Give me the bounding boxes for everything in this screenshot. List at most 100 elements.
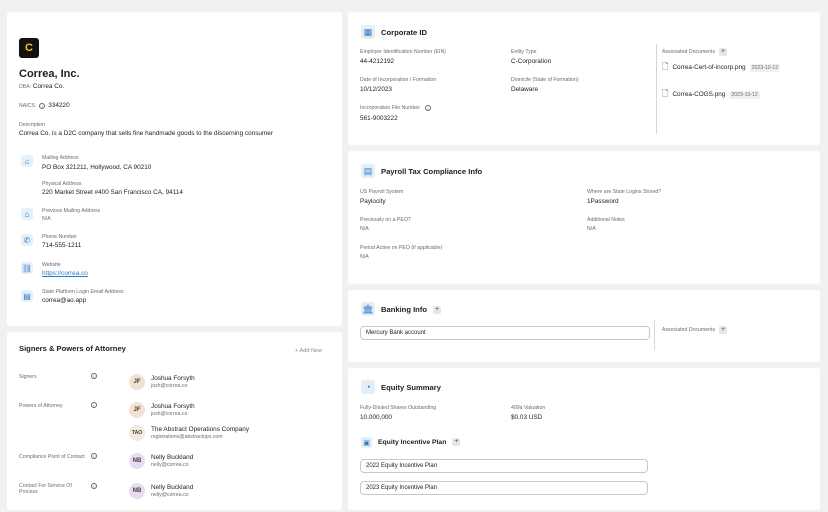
mailing-value: PO Box 321211, Hollywood, CA 90210 [42,164,152,171]
document-date: 2023-10-12 [749,64,781,72]
home-icon: ⌂ [21,155,33,167]
add-bank-button[interactable]: + [432,305,441,314]
plan-field[interactable]: 2023 Equity Incentive Plan [360,481,648,495]
person-name: Nelly Buckland [151,484,194,491]
divider [654,320,655,350]
domicile-value: Delaware [511,86,538,93]
naics-value: 334220 [48,102,70,109]
corporate-id-card: ▦ Corporate ID Employer Identification N… [348,12,820,145]
dba-label: DBA: [19,84,32,90]
person-email: registrations@abstractops.com [151,434,223,440]
document-item[interactable]: 🗋 Correa-COGS.png 2023-10-12 [662,88,760,102]
bank-docs-text: Associated Documents [662,326,716,333]
poa-label: Powers of Attorney [19,403,63,409]
description-label: Description [19,122,45,128]
person-email: nelly@correa.co [151,492,189,498]
logins-label: Where are State Logins Stored? [587,189,662,195]
ein-label: Employer Identification Number (EIN) [360,49,446,55]
person-email: josh@correa.co [151,383,188,389]
signers-card: Signers & Powers of Attorney + Add New S… [7,332,342,510]
file-number-text: Incorporation File Number [360,105,420,111]
add-new-button[interactable]: + Add New [295,348,322,354]
info-icon[interactable]: i [91,402,97,408]
avatar: NB [129,483,145,499]
avatar: NB [129,453,145,469]
plan-title: Equity Incentive Plan + [378,438,461,446]
banking-title: Banking Info + [381,305,441,314]
avatar: JF [129,374,145,390]
plan-icon: ▣ [361,437,372,448]
payroll-title: Payroll Tax Compliance Info [381,167,483,176]
email-label: State Platform Login Email Address [42,289,124,295]
info-icon[interactable]: i [91,483,97,489]
peo-label: Previously on a PEO? [360,217,411,223]
document-name: Correa-COGS.png [672,91,726,99]
document-name: Correa-Cert-of-incorp.png [672,64,746,72]
link-icon: ⛓ [21,262,33,274]
ein-value: 44-4212192 [360,58,395,65]
add-document-button[interactable]: + [719,48,728,56]
description-text: Correa Co. is a D2C company that sells f… [19,130,273,137]
document-item[interactable]: 🗋 Correa-Cert-of-incorp.png 2023-10-12 [662,61,781,75]
phone-label: Phone Number [42,234,77,240]
naics-label: NAICS: [19,102,37,109]
info-icon[interactable]: i [91,453,97,459]
avatar: TAO [129,425,145,441]
mailing-label: Mailing Address [42,155,79,161]
shares-value: 10,000,000 [360,414,392,421]
entity-value: C-Corporation [511,58,552,65]
website-label: Website [42,262,61,268]
person-name: Joshua Forsyth [151,403,195,410]
company-name: Correa, Inc. [19,68,80,80]
dba-value: Correa Co. [32,83,65,90]
incorp-date-value: 10/12/2023 [360,86,392,93]
equity-card: ◔ Equity Summary Fully-Diluted Shares Ou… [348,368,820,510]
payroll-system-value: Paylocity [360,198,386,205]
bank-docs-label: Associated Documents + [662,326,728,334]
incorp-date-label: Date of Incorporation / Formation [360,77,437,83]
id-card-icon: ▤ [21,290,33,302]
physical-value: 220 Market Street #400 San Francisco CA,… [42,189,183,196]
file-number-label: Incorporation File Number i [360,105,431,112]
pie-chart-icon: ◔ [361,380,375,394]
plan-field[interactable]: 2022 Equity Incentive Plan [360,459,648,473]
person-email: josh@correa.co [151,411,188,417]
domicile-label: Domicile (State of Formation) [511,77,579,83]
notes-label: Additional Notes [587,217,625,223]
period-value: N/A [360,254,369,260]
compliance-contact-label: Compliance Point of Contact [19,454,85,460]
physical-label: Physical Address [42,181,82,187]
valuation-value: $0.03 USD [511,414,543,421]
website-link[interactable]: https://correa.co [42,270,88,278]
label-line: Process [19,489,38,496]
peo-value: N/A [360,226,369,232]
payroll-system-label: US Payroll System [360,189,404,195]
company-logo: C [19,38,39,58]
prev-mailing-label: Previous Mailing Address [42,208,101,214]
equity-title: Equity Summary [381,383,441,392]
logo-letter: C [25,42,33,54]
plan-title-text: Equity Incentive Plan [378,438,447,446]
signers-label: Signers [19,374,37,380]
bank-icon: 🏛 [361,302,375,316]
bank-account-field[interactable]: Mercury Bank account [360,326,650,340]
info-icon[interactable]: i [424,105,431,112]
person-email: nelly@correa.co [151,462,189,468]
period-label: Period Active on PEO (if applicable) [360,245,443,251]
signers-title: Signers & Powers of Attorney [19,344,126,353]
divider [656,44,657,134]
file-number-value: 561-9003222 [360,115,398,122]
service-contact-label: Contact For Service Of Process [19,483,72,495]
phone-value: 714-555-1211 [42,242,82,249]
add-plan-button[interactable]: + [452,438,461,446]
add-document-button[interactable]: + [719,326,728,334]
logins-value: 1Password [587,198,619,205]
info-icon[interactable]: i [91,373,97,379]
document-date: 2023-10-12 [729,91,760,99]
info-icon[interactable]: i [39,102,46,109]
email-value: correa@ao.app [42,297,87,304]
banking-title-text: Banking Info [381,305,427,314]
valuation-label: 409a Valuation [511,405,546,411]
docs-label: Associated Documents + [662,48,728,56]
payroll-card: ▤ Payroll Tax Compliance Info US Payroll… [348,151,820,284]
